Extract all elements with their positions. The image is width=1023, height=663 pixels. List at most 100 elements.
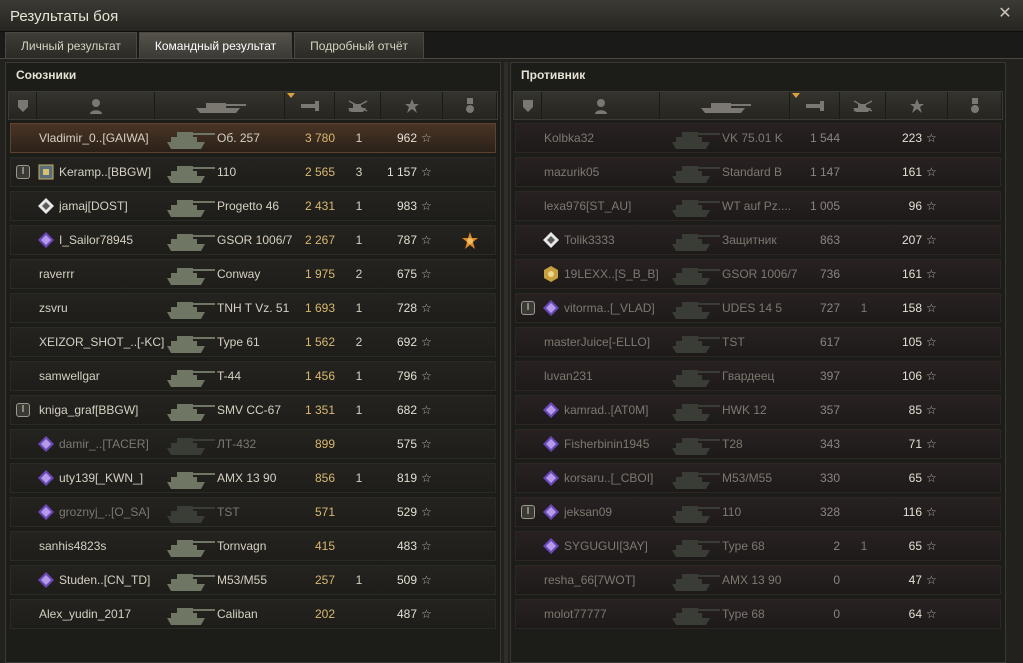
tab-team-result[interactable]: Командный результат [138, 32, 293, 58]
player-row[interactable]: Ivitorma..[_VLAD] UDES 14 5 727 1 158 ☆ [515, 293, 1001, 323]
star-icon: ☆ [421, 471, 432, 485]
player-row[interactable]: I_Sailor78945 GSOR 1006/7 2 267 1 787 ☆ [10, 225, 496, 255]
tank-icon [666, 261, 722, 287]
player-name[interactable]: Tolik3333 [564, 226, 674, 254]
player-row[interactable]: Ijeksan09 110 328 116 ☆ [515, 497, 1001, 527]
xp-value: 96 [908, 199, 922, 213]
xp-value: 675 [396, 267, 417, 281]
player-col-header[interactable] [37, 92, 155, 119]
tab-bar: Личный результат Командный результат Под… [5, 32, 425, 58]
player-row[interactable]: jamaj[DOST] Progetto 46 2 431 1 983 ☆ [10, 191, 496, 221]
player-row[interactable]: uty139[_KWN_] AMX 13 90 856 1 819 ☆ [10, 463, 496, 493]
player-name[interactable]: Fisherbinin1945 [564, 430, 674, 458]
star-icon: ☆ [421, 505, 432, 519]
rank-badge-icon [542, 265, 560, 283]
player-name[interactable]: mazurik05 [544, 158, 674, 186]
platoon-col-header[interactable] [514, 92, 542, 119]
kills-value: 1 [355, 199, 363, 213]
player-name[interactable]: resha_66[7WOT] [544, 566, 674, 594]
player-row[interactable]: Kolbka32 VK 75.01 K1 544 223 ☆ [515, 123, 1001, 153]
player-row[interactable]: groznyj_..[O_SA] TST 571 529 ☆ [10, 497, 496, 527]
player-name[interactable]: Studen..[CN_TD] [59, 566, 169, 594]
player-name[interactable]: Keramp..[BBGW] [59, 158, 169, 186]
player-row[interactable]: Fisherbinin1945 T28 343 71 ☆ [515, 429, 1001, 459]
damage-col-header[interactable] [285, 92, 335, 119]
kills-col-header[interactable] [840, 92, 886, 119]
damage-value: 328 [819, 505, 840, 519]
player-row[interactable]: Studen..[CN_TD] M53/M55 257 1 509 ☆ [10, 565, 496, 595]
player-row[interactable]: SYGUGUI[3AY] Type 68 2 1 65 ☆ [515, 531, 1001, 561]
player-row[interactable]: masterJuice[-ELLO] TST 617 105 ☆ [515, 327, 1001, 357]
player-name[interactable]: kamrad..[AT0M] [564, 396, 674, 424]
player-name[interactable]: groznyj_..[O_SA] [59, 498, 169, 526]
player-name[interactable]: samwellgar [39, 362, 169, 390]
vehicle-col-header[interactable] [660, 92, 790, 119]
damage-value: 0 [833, 573, 840, 587]
player-row[interactable]: Vladimir_0..[GAIWA] Об. 257 3 780 1 962 ☆ [10, 123, 496, 153]
player-name[interactable]: I_Sailor78945 [59, 226, 169, 254]
tab-detailed-report[interactable]: Подробный отчёт [294, 32, 425, 58]
player-row[interactable]: lexa976[ST_AU] WT auf Pz.... 1 005 96 ☆ [515, 191, 1001, 221]
player-row[interactable]: mazurik05 Standard B1 147 161 ☆ [515, 157, 1001, 187]
xp-value: 796 [396, 369, 417, 383]
player-name[interactable]: SYGUGUI[3AY] [564, 532, 674, 560]
player-col-header[interactable] [542, 92, 660, 119]
player-row[interactable]: molot77777 Type 68 0 64 ☆ [515, 599, 1001, 629]
player-row[interactable]: korsaru..[_CBOI] M53/M55 330 65 ☆ [515, 463, 1001, 493]
platoon-col-header[interactable] [9, 92, 37, 119]
player-name[interactable]: Kolbka32 [544, 124, 674, 152]
xp-col-header[interactable] [886, 92, 948, 119]
xp-value: 682 [396, 403, 417, 417]
xp-col-header[interactable] [381, 92, 443, 119]
player-row[interactable]: Tolik3333 Защитник 863 207 ☆ [515, 225, 1001, 255]
player-name[interactable]: 19LEXX..[S_B_B] [564, 260, 674, 288]
player-name[interactable]: jamaj[DOST] [59, 192, 169, 220]
player-row[interactable]: XEIZOR_SHOT_..[-KC] Type 61 1 562 2 692 ☆ [10, 327, 496, 357]
tank-icon [161, 431, 217, 457]
player-row[interactable]: kamrad..[AT0M] HWK 12 357 85 ☆ [515, 395, 1001, 425]
allies-title: Союзники [16, 68, 77, 82]
medal-col-header[interactable] [948, 92, 1002, 119]
enemies-title: Противник [521, 68, 586, 82]
player-row[interactable]: zsvru TNH T Vz. 51 1 693 1 728 ☆ [10, 293, 496, 323]
player-name[interactable]: korsaru..[_CBOI] [564, 464, 674, 492]
player-name[interactable]: kniga_graf[BBGW] [39, 396, 169, 424]
damage-value: 2 565 [304, 165, 335, 179]
star-icon: ☆ [421, 199, 432, 213]
player-name[interactable]: zsvru [39, 294, 169, 322]
player-name[interactable]: damir_..[TACER] [59, 430, 169, 458]
player-name[interactable]: sanhis4823s [39, 532, 169, 560]
player-row[interactable]: luvan231 Гвардеец 397 106 ☆ [515, 361, 1001, 391]
player-name[interactable]: vitorma..[_VLAD] [564, 294, 674, 322]
kills-col-header[interactable] [335, 92, 381, 119]
vehicle-col-header[interactable] [155, 92, 285, 119]
kills-value: 1 [860, 301, 868, 315]
player-name[interactable]: molot77777 [544, 600, 674, 628]
player-name[interactable]: raverrr [39, 260, 169, 288]
tab-personal-result[interactable]: Личный результат [5, 32, 137, 58]
kills-value [349, 532, 369, 560]
player-name[interactable]: XEIZOR_SHOT_..[-KC] [39, 328, 169, 356]
player-row[interactable]: Alex_yudin_2017 Caliban 202 487 ☆ [10, 599, 496, 629]
player-name[interactable]: lexa976[ST_AU] [544, 192, 674, 220]
player-name[interactable]: jeksan09 [564, 498, 674, 526]
player-name[interactable]: luvan231 [544, 362, 674, 390]
player-row[interactable]: raverrr Conway 1 975 2 675 ☆ [10, 259, 496, 289]
player-name[interactable]: uty139[_KWN_] [59, 464, 169, 492]
player-row[interactable]: Ikniga_graf[BBGW] SMV CC-67 1 351 1 682 ☆ [10, 395, 496, 425]
player-row[interactable]: samwellgar T-44 1 456 1 796 ☆ [10, 361, 496, 391]
xp-col-icon [404, 98, 420, 114]
close-icon[interactable]: ✕ [997, 6, 1013, 22]
player-row[interactable]: I Keramp..[BBGW] 110 2 565 3 1 157 ☆ [10, 157, 496, 187]
medal-col-header[interactable] [443, 92, 497, 119]
player-name[interactable]: Vladimir_0..[GAIWA] [39, 124, 169, 152]
damage-value: 3 780 [304, 131, 335, 145]
player-row[interactable]: resha_66[7WOT] AMX 13 90 0 47 ☆ [515, 565, 1001, 595]
damage-value: 856 [314, 471, 335, 485]
player-row[interactable]: damir_..[TACER] ЛТ-432 899 575 ☆ [10, 429, 496, 459]
player-row[interactable]: 19LEXX..[S_B_B] GSOR 1006/7 736 161 ☆ [515, 259, 1001, 289]
player-name[interactable]: masterJuice[-ELLO] [544, 328, 674, 356]
player-row[interactable]: sanhis4823s Tornvagn 415 483 ☆ [10, 531, 496, 561]
player-name[interactable]: Alex_yudin_2017 [39, 600, 169, 628]
damage-col-header[interactable] [790, 92, 840, 119]
